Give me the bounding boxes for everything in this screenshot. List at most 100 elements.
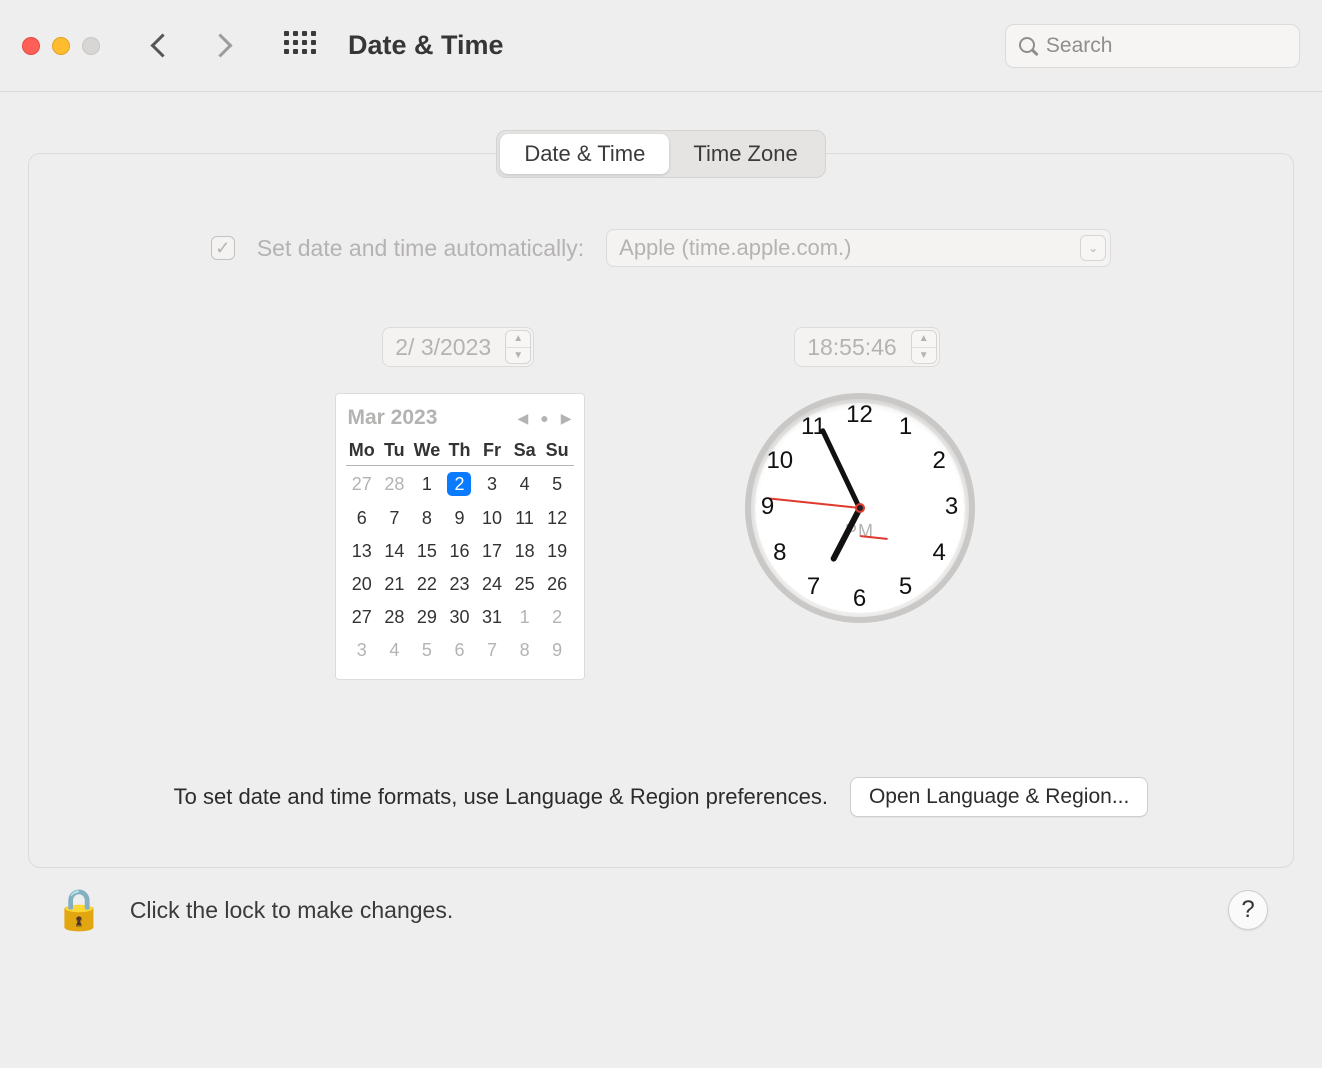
calendar-day[interactable]: 13 xyxy=(346,535,379,568)
time-stepper-buttons: ▲ ▼ xyxy=(911,330,937,364)
calendar-next-icon[interactable]: ▶ xyxy=(561,410,572,427)
calendar-day[interactable]: 11 xyxy=(508,502,541,535)
calendar-day[interactable]: 23 xyxy=(443,568,476,601)
date-step-down[interactable]: ▼ xyxy=(506,348,530,364)
calendar-day[interactable]: 22 xyxy=(411,568,444,601)
calendar-day[interactable]: 24 xyxy=(476,568,509,601)
calendar-day[interactable]: 7 xyxy=(476,634,509,667)
calendar-grid: MoTuWeThFrSaSu 2728123456789101112131415… xyxy=(346,436,574,667)
calendar-day[interactable]: 3 xyxy=(346,634,379,667)
calendar-day[interactable]: 27 xyxy=(346,466,379,503)
zoom-window-button[interactable] xyxy=(82,37,100,55)
lock-hint: Click the lock to make changes. xyxy=(130,897,453,924)
close-window-button[interactable] xyxy=(22,37,40,55)
calendar-day[interactable]: 12 xyxy=(541,502,574,535)
clock-number: 10 xyxy=(765,447,795,477)
calendar-day[interactable]: 21 xyxy=(378,568,411,601)
calendar-day[interactable]: 9 xyxy=(541,634,574,667)
search-field[interactable] xyxy=(1005,24,1300,68)
calendar-day[interactable]: 17 xyxy=(476,535,509,568)
calendar-day[interactable]: 1 xyxy=(411,466,444,503)
date-time-steppers: 2/ 3/2023 ▲ ▼ 18:55:46 ▲ ▼ xyxy=(29,327,1293,367)
clock-number: 4 xyxy=(924,539,954,569)
calendar-day[interactable]: 30 xyxy=(443,601,476,634)
calendar-day[interactable]: 2 xyxy=(541,601,574,634)
calendar-day[interactable]: 8 xyxy=(411,502,444,535)
calendar-day[interactable]: 8 xyxy=(508,634,541,667)
date-step-up[interactable]: ▲ xyxy=(506,331,530,348)
calendar-day[interactable]: 27 xyxy=(346,601,379,634)
clock-number: 5 xyxy=(891,573,921,603)
chevron-down-icon: ⌄ xyxy=(1080,235,1106,261)
clock-number: 6 xyxy=(845,585,875,615)
search-icon xyxy=(1018,36,1036,56)
clock-number: 9 xyxy=(753,493,783,523)
time-server-select[interactable]: Apple (time.apple.com.) ⌄ xyxy=(606,229,1111,267)
clock-number: 3 xyxy=(937,493,967,523)
time-stepper[interactable]: 18:55:46 ▲ ▼ xyxy=(794,327,940,367)
calendar-day[interactable]: 7 xyxy=(378,502,411,535)
back-button[interactable] xyxy=(150,35,172,57)
window-controls xyxy=(22,37,100,55)
calendar-day[interactable]: 5 xyxy=(411,634,444,667)
calendar-day[interactable]: 10 xyxy=(476,502,509,535)
time-value: 18:55:46 xyxy=(795,328,909,366)
calendar-weekday: Fr xyxy=(476,436,509,466)
calendar-today-icon[interactable]: ● xyxy=(540,410,548,427)
calendar-day[interactable]: 1 xyxy=(508,601,541,634)
auto-datetime-row: ✓ Set date and time automatically: Apple… xyxy=(29,229,1293,267)
calendar-day[interactable]: 14 xyxy=(378,535,411,568)
clock-number: 12 xyxy=(845,401,875,431)
calendar-nav: ◀ ● ▶ xyxy=(517,410,571,427)
calendar-day[interactable]: 28 xyxy=(378,466,411,503)
calendar-day[interactable]: 20 xyxy=(346,568,379,601)
open-language-region-button[interactable]: Open Language & Region... xyxy=(850,777,1148,817)
calendar-day[interactable]: 31 xyxy=(476,601,509,634)
clock-number: 8 xyxy=(765,539,795,569)
window-title: Date & Time xyxy=(348,30,504,61)
nav-buttons xyxy=(150,35,234,57)
forward-button[interactable] xyxy=(212,35,234,57)
date-stepper-buttons: ▲ ▼ xyxy=(505,330,531,364)
calendar-day[interactable]: 4 xyxy=(378,634,411,667)
calendar-day[interactable]: 28 xyxy=(378,601,411,634)
calendar-day[interactable]: 9 xyxy=(443,502,476,535)
calendar-prev-icon[interactable]: ◀ xyxy=(517,410,528,427)
footer: 🔒 Click the lock to make changes. ? xyxy=(0,868,1322,952)
tab-time-zone[interactable]: Time Zone xyxy=(669,134,821,174)
clock-number: 1 xyxy=(891,413,921,443)
auto-datetime-checkbox[interactable]: ✓ xyxy=(211,236,235,260)
time-step-down[interactable]: ▼ xyxy=(912,348,936,364)
show-all-icon[interactable] xyxy=(284,31,314,61)
calendar-weekday: Th xyxy=(443,436,476,466)
clock-pivot xyxy=(855,503,865,513)
calendar-day[interactable]: 19 xyxy=(541,535,574,568)
toolbar: Date & Time xyxy=(0,0,1322,92)
calendar-day[interactable]: 3 xyxy=(476,466,509,503)
tab-date-time[interactable]: Date & Time xyxy=(500,134,669,174)
calendar-month-label: Mar 2023 xyxy=(348,406,438,430)
lock-icon[interactable]: 🔒 xyxy=(54,890,104,930)
minimize-window-button[interactable] xyxy=(52,37,70,55)
help-button[interactable]: ? xyxy=(1228,890,1268,930)
calendar-day[interactable]: 26 xyxy=(541,568,574,601)
search-input[interactable] xyxy=(1046,34,1287,58)
calendar-day[interactable]: 15 xyxy=(411,535,444,568)
analog-clock: PM 121234567891011 xyxy=(745,393,975,623)
calendar-day[interactable]: 29 xyxy=(411,601,444,634)
formats-row: To set date and time formats, use Langua… xyxy=(29,777,1293,817)
time-step-up[interactable]: ▲ xyxy=(912,331,936,348)
calendar-weekday: Sa xyxy=(508,436,541,466)
calendar-day[interactable]: 25 xyxy=(508,568,541,601)
calendar-day[interactable]: 4 xyxy=(508,466,541,503)
calendar-day[interactable]: 2 xyxy=(443,466,476,503)
calendar-day[interactable]: 6 xyxy=(443,634,476,667)
calendar[interactable]: Mar 2023 ◀ ● ▶ MoTuWeThFrSaSu 2728123456… xyxy=(335,393,585,680)
calendar-day[interactable]: 6 xyxy=(346,502,379,535)
calendar-day[interactable]: 16 xyxy=(443,535,476,568)
calendar-day[interactable]: 18 xyxy=(508,535,541,568)
calendar-clock-row: Mar 2023 ◀ ● ▶ MoTuWeThFrSaSu 2728123456… xyxy=(29,393,1293,680)
calendar-weekday: Tu xyxy=(378,436,411,466)
date-stepper[interactable]: 2/ 3/2023 ▲ ▼ xyxy=(382,327,534,367)
calendar-day[interactable]: 5 xyxy=(541,466,574,503)
